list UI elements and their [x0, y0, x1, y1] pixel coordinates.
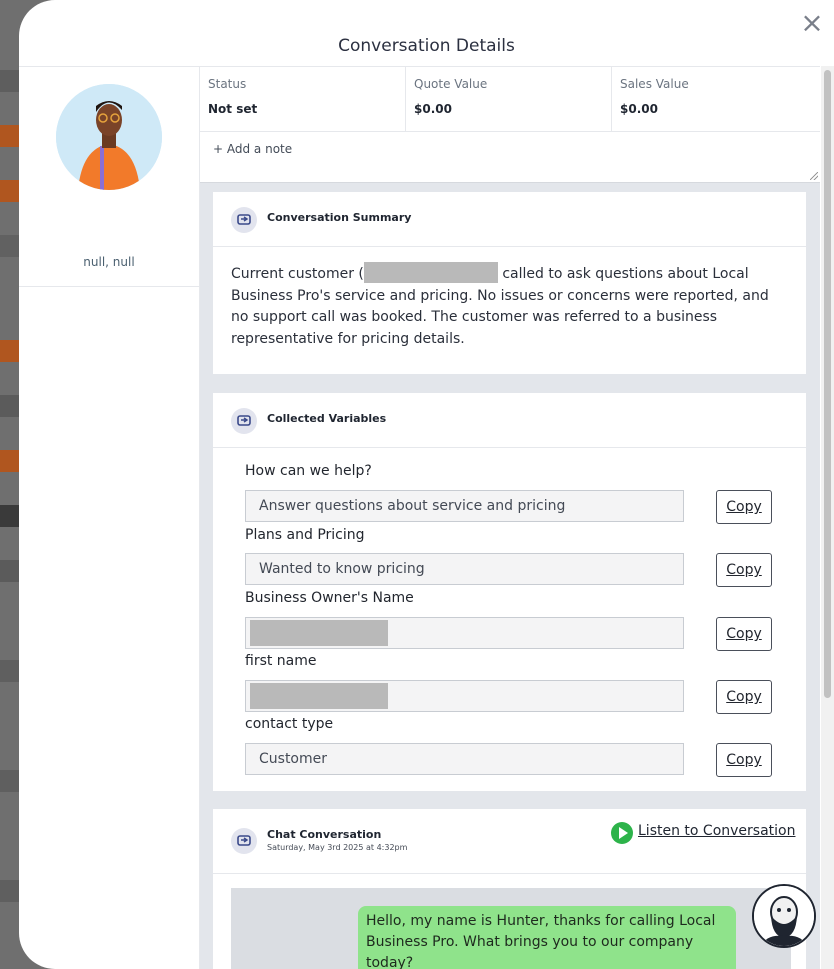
chat-transfer-icon: [231, 828, 257, 854]
redacted-block: [363, 262, 498, 283]
scrollbar[interactable]: [821, 66, 834, 969]
copy-button[interactable]: Copy: [716, 490, 772, 524]
copy-button[interactable]: Copy: [716, 553, 772, 587]
variable-label: first name: [245, 653, 317, 669]
stat-label: Sales Value: [620, 77, 689, 91]
variable-value-field[interactable]: Wanted to know pricing: [245, 553, 684, 585]
variable-value-field[interactable]: Answer questions about service and prici…: [245, 490, 684, 522]
redacted-block: [250, 683, 388, 709]
variable-label: contact type: [245, 716, 334, 732]
card-title: Chat Conversation: [267, 828, 382, 841]
summary-text: Current customer ( called to ask questio…: [231, 262, 781, 350]
note-field[interactable]: + Add a note: [200, 131, 820, 183]
add-note-button[interactable]: + Add a note: [213, 142, 292, 156]
card-header: Chat Conversation Saturday, May 3rd 2025…: [213, 809, 806, 874]
divider: [19, 286, 199, 287]
stat-label: Status: [208, 77, 247, 91]
listen-to-conversation-link[interactable]: Listen to Conversation: [611, 822, 795, 844]
chat-transcript: Hello, my name is Hunter, thanks for cal…: [231, 888, 791, 969]
chat-message: Hello, my name is Hunter, thanks for cal…: [358, 906, 736, 969]
card-header: Conversation Summary: [213, 192, 806, 247]
redacted-block: [250, 620, 388, 646]
avatar: [56, 84, 162, 190]
chat-transfer-icon: [231, 408, 257, 434]
details-panel: Status Not set Quote Value $0.00 Sales V…: [200, 66, 820, 969]
stat-value: $0.00: [414, 102, 452, 116]
copy-button[interactable]: Copy: [716, 680, 772, 714]
variable-value-field[interactable]: Customer: [245, 743, 684, 775]
conversation-details-modal: Conversation Details × null, null Status…: [19, 0, 834, 969]
stat-sales-value: Sales Value $0.00: [612, 67, 818, 132]
modal-title: Conversation Details: [338, 36, 515, 56]
close-icon[interactable]: ×: [800, 9, 824, 37]
collected-variables-card: Collected Variables How can we help? Ans…: [213, 393, 806, 791]
variable-label: Business Owner's Name: [245, 590, 414, 606]
variable-value-field[interactable]: [245, 680, 684, 712]
card-header: Collected Variables: [213, 393, 806, 448]
contact-sidebar: null, null: [19, 66, 200, 969]
contact-name: null, null: [83, 255, 135, 269]
copy-button[interactable]: Copy: [716, 617, 772, 651]
listen-label[interactable]: Listen to Conversation: [638, 823, 795, 839]
stat-label: Quote Value: [414, 77, 488, 91]
variable-value-field[interactable]: [245, 617, 684, 649]
copy-button[interactable]: Copy: [716, 743, 772, 777]
stat-quote-value: Quote Value $0.00: [406, 67, 612, 132]
variable-label: How can we help?: [245, 463, 372, 479]
chat-transfer-icon: [231, 207, 257, 233]
scroll-thumb[interactable]: [824, 70, 831, 698]
agent-avatar[interactable]: [752, 884, 816, 948]
stat-value: $0.00: [620, 102, 658, 116]
conversation-summary-card: Conversation Summary Current customer ( …: [213, 192, 806, 374]
variable-label: Plans and Pricing: [245, 527, 365, 543]
summary-text-start: Current customer (: [231, 266, 364, 282]
card-title: Conversation Summary: [267, 211, 412, 224]
stat-status: Status Not set: [200, 67, 406, 132]
play-icon[interactable]: [611, 822, 633, 844]
stats-row: Status Not set Quote Value $0.00 Sales V…: [200, 66, 820, 132]
chat-conversation-card: Chat Conversation Saturday, May 3rd 2025…: [213, 809, 806, 969]
stat-value: Not set: [208, 102, 258, 116]
resize-handle[interactable]: [810, 172, 818, 180]
chat-date: Saturday, May 3rd 2025 at 4:32pm: [267, 843, 408, 852]
card-title: Collected Variables: [267, 412, 387, 425]
